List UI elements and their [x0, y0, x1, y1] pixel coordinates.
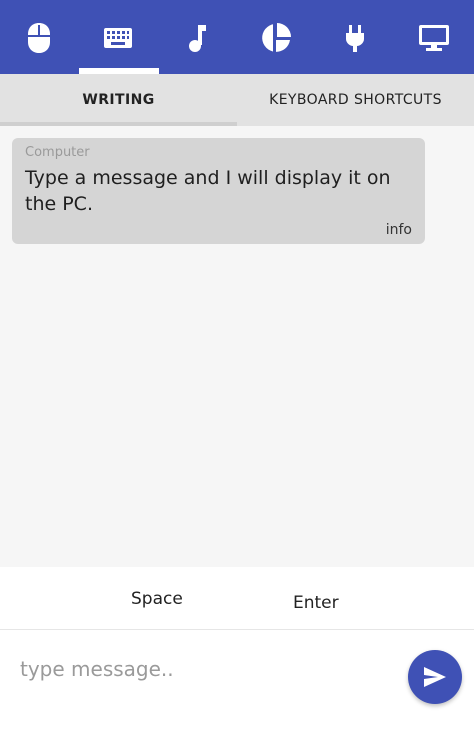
special-keys-bar: Space Enter — [0, 567, 474, 630]
send-button[interactable] — [408, 650, 462, 704]
tab-writing[interactable]: WRITING — [0, 74, 237, 126]
send-icon — [424, 667, 446, 687]
message-bubble: Computer Type a message and I will displ… — [12, 138, 425, 244]
top-navigation-bar — [0, 0, 474, 74]
monitor-icon[interactable] — [414, 18, 454, 58]
tab-keyboard-shortcuts[interactable]: KEYBOARD SHORTCUTS — [237, 74, 474, 126]
message-input[interactable] — [18, 648, 392, 690]
space-key-button[interactable]: Space — [131, 589, 183, 609]
pie-chart-icon[interactable] — [256, 18, 296, 58]
message-sender: Computer — [25, 145, 90, 160]
enter-key-button[interactable]: Enter — [293, 593, 339, 613]
active-subtab-underline — [0, 122, 237, 126]
power-plug-icon[interactable] — [335, 18, 375, 58]
music-note-icon[interactable] — [177, 18, 217, 58]
sub-tab-bar: WRITING KEYBOARD SHORTCUTS — [0, 74, 474, 126]
message-text: Type a message and I will display it on … — [25, 167, 391, 215]
keyboard-icon[interactable] — [98, 18, 138, 58]
message-input-bar — [0, 630, 474, 749]
message-tag: info — [385, 222, 412, 238]
mouse-icon[interactable] — [19, 18, 59, 58]
